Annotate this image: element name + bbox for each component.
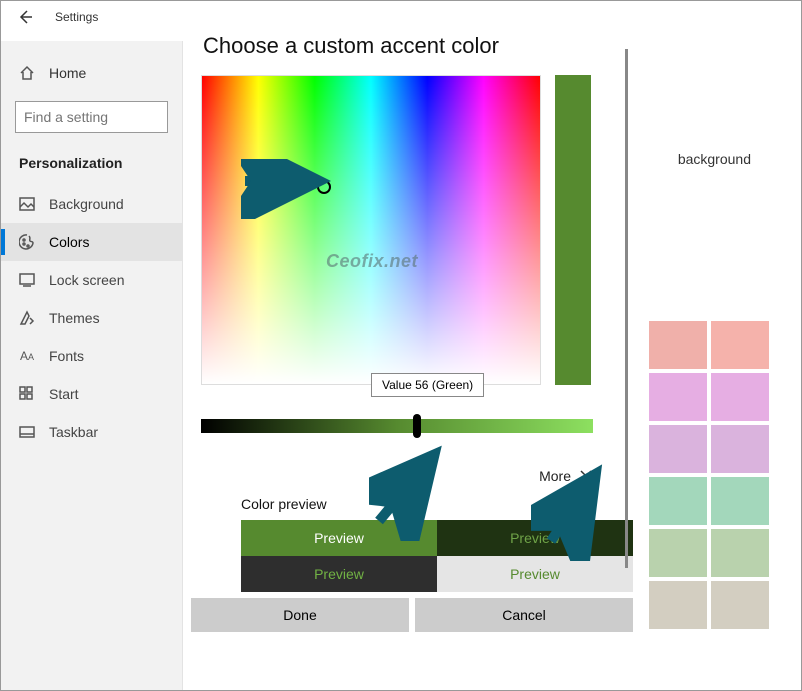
back-button[interactable]: [1, 1, 49, 33]
lock-screen-icon: [19, 272, 35, 288]
color-swatch[interactable]: [649, 321, 707, 369]
preview-tile-accent-light: Preview: [241, 520, 437, 556]
sidebar-item-label: Start: [49, 386, 79, 402]
sidebar-group-heading: Personalization: [1, 143, 182, 185]
sidebar-item-label: Lock screen: [49, 272, 124, 288]
chevron-down-icon: [579, 467, 593, 484]
sidebar-item-background[interactable]: Background: [1, 185, 182, 223]
sidebar-item-label: Colors: [49, 234, 89, 250]
watermark-text: Ceofix.net: [326, 251, 418, 272]
sidebar-item-label: Fonts: [49, 348, 84, 364]
custom-color-dialog: Choose a custom accent color Value 56 (G…: [201, 13, 621, 678]
color-swatch[interactable]: [649, 581, 707, 629]
background-text-fragment: background: [678, 151, 751, 167]
done-button[interactable]: Done: [191, 598, 409, 632]
sidebar-home-label: Home: [49, 65, 86, 81]
color-preview-bar: [555, 75, 591, 385]
fonts-icon: AA: [19, 348, 35, 364]
themes-icon: [19, 310, 35, 326]
search-input[interactable]: [24, 109, 159, 125]
sidebar-item-colors[interactable]: Colors: [1, 223, 182, 261]
spectrum-handle[interactable]: [317, 180, 331, 194]
slider-tooltip: Value 56 (Green): [371, 373, 484, 397]
color-swatch[interactable]: [711, 425, 769, 473]
recent-colors-swatches: [649, 321, 769, 629]
sidebar-item-label: Background: [49, 196, 124, 212]
arrow-left-icon: [17, 9, 33, 25]
color-swatch[interactable]: [649, 373, 707, 421]
color-swatch[interactable]: [649, 477, 707, 525]
more-expander[interactable]: More: [201, 467, 593, 484]
preview-tile-light-bg: Preview: [437, 556, 633, 592]
dialog-title: Choose a custom accent color: [201, 13, 621, 65]
search-input-wrap[interactable]: [15, 101, 168, 133]
sidebar-item-taskbar[interactable]: Taskbar: [1, 413, 182, 451]
palette-icon: [19, 234, 35, 250]
window-title: Settings: [55, 10, 98, 24]
color-picker-row: Value 56 (Green) Ceofix.net: [201, 75, 621, 385]
preview-tile-accent-dark: Preview: [437, 520, 633, 556]
picture-icon: [19, 196, 35, 212]
sidebar-item-start[interactable]: Start: [1, 375, 182, 413]
color-preview-heading: Color preview: [241, 496, 633, 512]
cancel-button[interactable]: Cancel: [415, 598, 633, 632]
sidebar-item-label: Taskbar: [49, 424, 98, 440]
start-icon: [19, 386, 35, 402]
taskbar-icon: [19, 424, 35, 440]
color-swatch[interactable]: [711, 373, 769, 421]
value-slider-thumb[interactable]: [413, 414, 421, 438]
color-spectrum[interactable]: [201, 75, 541, 385]
color-swatch[interactable]: [649, 529, 707, 577]
sidebar-home[interactable]: Home: [1, 55, 182, 91]
color-swatch[interactable]: [649, 425, 707, 473]
dialog-buttons: Done Cancel: [191, 598, 633, 632]
settings-sidebar: Home Personalization Background Colors L…: [1, 41, 183, 690]
preview-tile-dark-bg: Preview: [241, 556, 437, 592]
color-swatch[interactable]: [711, 321, 769, 369]
color-swatch[interactable]: [711, 477, 769, 525]
sidebar-item-fonts[interactable]: AA Fonts: [1, 337, 182, 375]
home-icon: [19, 65, 35, 81]
color-preview-grid: Preview Preview Preview Preview: [241, 520, 633, 592]
sidebar-item-lock-screen[interactable]: Lock screen: [1, 261, 182, 299]
color-swatch[interactable]: [711, 529, 769, 577]
sidebar-item-themes[interactable]: Themes: [1, 299, 182, 337]
dialog-scrollbar[interactable]: [625, 49, 628, 568]
value-slider-track[interactable]: [201, 419, 593, 433]
sidebar-item-label: Themes: [49, 310, 100, 326]
more-label: More: [539, 468, 571, 484]
color-swatch[interactable]: [711, 581, 769, 629]
